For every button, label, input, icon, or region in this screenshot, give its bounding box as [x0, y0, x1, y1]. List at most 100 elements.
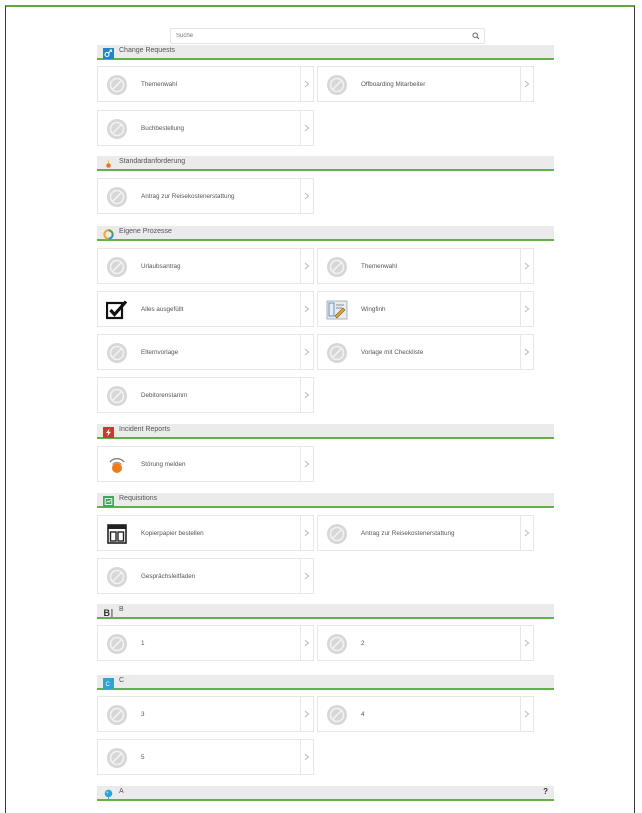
default-process-icon [106, 342, 128, 364]
default-process-icon [106, 747, 128, 769]
default-process-icon [106, 74, 128, 96]
process-label: Kopierpapier bestellen [141, 530, 204, 537]
b-letter-icon: B [103, 605, 114, 618]
section-title: Standardanforderung [119, 158, 186, 165]
process-tile[interactable]: 4 [317, 696, 534, 732]
section-header[interactable]: B B [97, 604, 554, 619]
section-header[interactable]: A ? [97, 786, 554, 801]
default-process-icon [106, 186, 128, 208]
checkbox-checked-icon [105, 299, 128, 321]
process-tile[interactable]: Wingfinh [317, 291, 534, 327]
process-tile[interactable]: Antrag zur Reisekostenerstattung [97, 178, 314, 214]
process-label: Urlaubsantrag [141, 263, 181, 270]
section-header[interactable]: Standardanforderung [97, 156, 554, 171]
own-processes-icon [103, 227, 114, 240]
chevron-right-icon[interactable] [300, 626, 313, 660]
process-tile[interactable]: Themenwahl [97, 66, 314, 102]
search-icon[interactable] [472, 32, 480, 40]
process-tile[interactable]: 1 [97, 625, 314, 661]
section-title: Eigene Prozesse [119, 228, 172, 235]
process-label: Elternvorlage [141, 349, 179, 356]
chevron-right-icon[interactable] [520, 335, 533, 369]
chevron-right-icon[interactable] [300, 335, 313, 369]
incident-icon [103, 425, 114, 438]
process-label: 4 [361, 711, 365, 718]
process-tile[interactable]: Antrag zur Reisekostenerstattung [317, 515, 534, 551]
process-tile[interactable]: Vorlage mit Checkliste [317, 334, 534, 370]
process-tile[interactable]: Urlaubsantrag [97, 248, 314, 284]
section-title: C [119, 677, 125, 684]
section-header[interactable]: Incident Reports [97, 424, 554, 439]
process-label: Themenwahl [361, 263, 398, 270]
chevron-right-icon[interactable] [300, 378, 313, 412]
chevron-right-icon[interactable] [520, 626, 533, 660]
process-label: 2 [361, 640, 365, 647]
c-letter-icon: C [103, 676, 114, 689]
process-label: 1 [141, 640, 145, 647]
process-label: Wingfinh [361, 306, 386, 313]
process-label: Antrag zur Reisekostenerstattung [141, 193, 235, 200]
search-box[interactable] [170, 28, 485, 44]
process-tile[interactable]: Kopierpapier bestellen [97, 515, 314, 551]
chevron-right-icon[interactable] [520, 516, 533, 550]
process-label: 5 [141, 754, 145, 761]
process-tile[interactable]: 5 [97, 739, 314, 775]
process-tile[interactable]: Debitorenstamm [97, 377, 314, 413]
process-tile[interactable]: Themenwahl [317, 248, 534, 284]
default-process-icon [326, 74, 348, 96]
svg-text:C: C [106, 682, 111, 688]
svg-text:B: B [104, 608, 111, 618]
default-process-icon [106, 633, 128, 655]
section-header[interactable]: C C [97, 675, 554, 690]
process-tile[interactable]: 3 [97, 696, 314, 732]
chevron-right-icon[interactable] [300, 559, 313, 593]
process-label: Gesprächsleitfaden [141, 573, 196, 580]
process-tile[interactable]: Alles ausgefüllt [97, 291, 314, 327]
chevron-right-icon[interactable] [300, 516, 313, 550]
chevron-right-icon[interactable] [300, 740, 313, 774]
edit-document-icon [326, 299, 348, 321]
process-label: Alles ausgefüllt [141, 306, 184, 313]
section-header[interactable]: Change Requests [97, 45, 554, 60]
chevron-right-icon[interactable] [520, 292, 533, 326]
chevron-right-icon[interactable] [300, 447, 313, 481]
default-process-icon [326, 523, 348, 545]
default-process-icon [326, 256, 348, 278]
chevron-right-icon[interactable] [520, 67, 533, 101]
chevron-right-icon[interactable] [520, 697, 533, 731]
process-tile[interactable]: Elternvorlage [97, 334, 314, 370]
default-process-icon [106, 118, 128, 140]
process-tile[interactable]: Offboarding Mitarbeiter [317, 66, 534, 102]
process-label: Buchbestellung [141, 125, 185, 132]
process-tile[interactable]: Störung melden [97, 446, 314, 482]
process-label: Offboarding Mitarbeiter [361, 81, 426, 88]
chevron-right-icon[interactable] [300, 67, 313, 101]
section-header[interactable]: Requisitions [97, 493, 554, 508]
search-input[interactable] [171, 29, 461, 43]
default-process-icon [326, 633, 348, 655]
process-label: Antrag zur Reisekostenerstattung [361, 530, 455, 537]
process-label: Themenwahl [141, 81, 178, 88]
default-process-icon [326, 342, 348, 364]
process-tile[interactable]: Gesprächsleitfaden [97, 558, 314, 594]
chevron-right-icon[interactable] [300, 111, 313, 145]
section-title: B [119, 606, 124, 613]
change-requests-icon [103, 46, 114, 59]
default-process-icon [106, 385, 128, 407]
process-tile[interactable]: Buchbestellung [97, 110, 314, 146]
section-header[interactable]: Eigene Prozesse [97, 226, 554, 241]
chevron-right-icon[interactable] [300, 292, 313, 326]
process-tile[interactable]: 2 [317, 625, 534, 661]
process-label: Störung melden [141, 461, 186, 468]
chevron-right-icon[interactable] [300, 249, 313, 283]
chevron-right-icon[interactable] [300, 179, 313, 213]
alarm-signal-icon [106, 454, 128, 476]
process-label: Debitorenstamm [141, 392, 188, 399]
default-process-icon [106, 704, 128, 726]
section-title: Incident Reports [119, 426, 170, 433]
chevron-right-icon[interactable] [300, 697, 313, 731]
chevron-right-icon[interactable] [520, 249, 533, 283]
help-icon[interactable]: ? [543, 787, 548, 796]
process-label: Vorlage mit Checkliste [361, 349, 424, 356]
requisitions-icon [103, 494, 114, 507]
